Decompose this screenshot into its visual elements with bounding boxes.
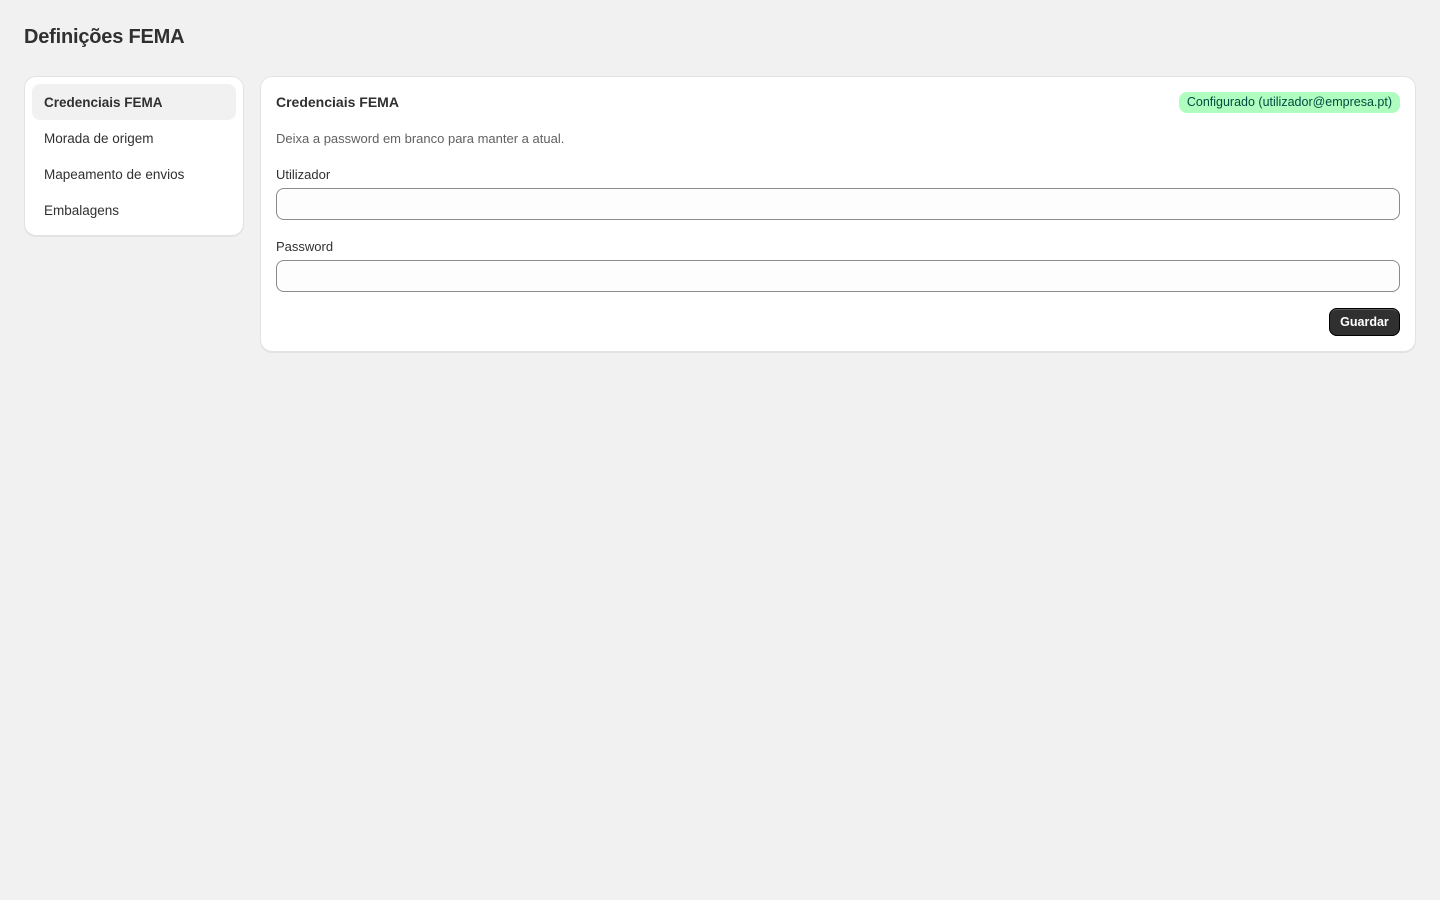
password-hint: Deixa a password em branco para manter a… xyxy=(276,131,565,146)
status-badge: Configurado (utilizador@empresa.pt) xyxy=(1178,92,1400,113)
sidebar-item-mapeamento[interactable]: Mapeamento de envios xyxy=(32,156,236,192)
save-button[interactable]: Guardar xyxy=(1329,308,1400,336)
password-input[interactable] xyxy=(276,260,1400,292)
credentials-card: Credenciais FEMA Configurado (utilizador… xyxy=(260,76,1416,352)
card-title: Credenciais FEMA xyxy=(276,94,399,110)
sidebar-item-label: Credenciais FEMA xyxy=(44,94,163,110)
username-label: Utilizador xyxy=(276,167,331,182)
sidebar-item-embalagens[interactable]: Embalagens xyxy=(32,192,236,228)
sidebar-item-morada[interactable]: Morada de origem xyxy=(32,120,236,156)
settings-sidebar: Credenciais FEMA Morada de origem Mapeam… xyxy=(24,76,244,236)
page-title: Definições FEMA xyxy=(24,26,185,48)
sidebar-item-credenciais[interactable]: Credenciais FEMA xyxy=(32,84,236,120)
username-input[interactable] xyxy=(276,188,1400,220)
sidebar-item-label: Embalagens xyxy=(44,202,120,218)
password-label: Password xyxy=(276,239,334,254)
sidebar-item-label: Mapeamento de envios xyxy=(44,166,185,182)
sidebar-item-label: Morada de origem xyxy=(44,130,154,146)
